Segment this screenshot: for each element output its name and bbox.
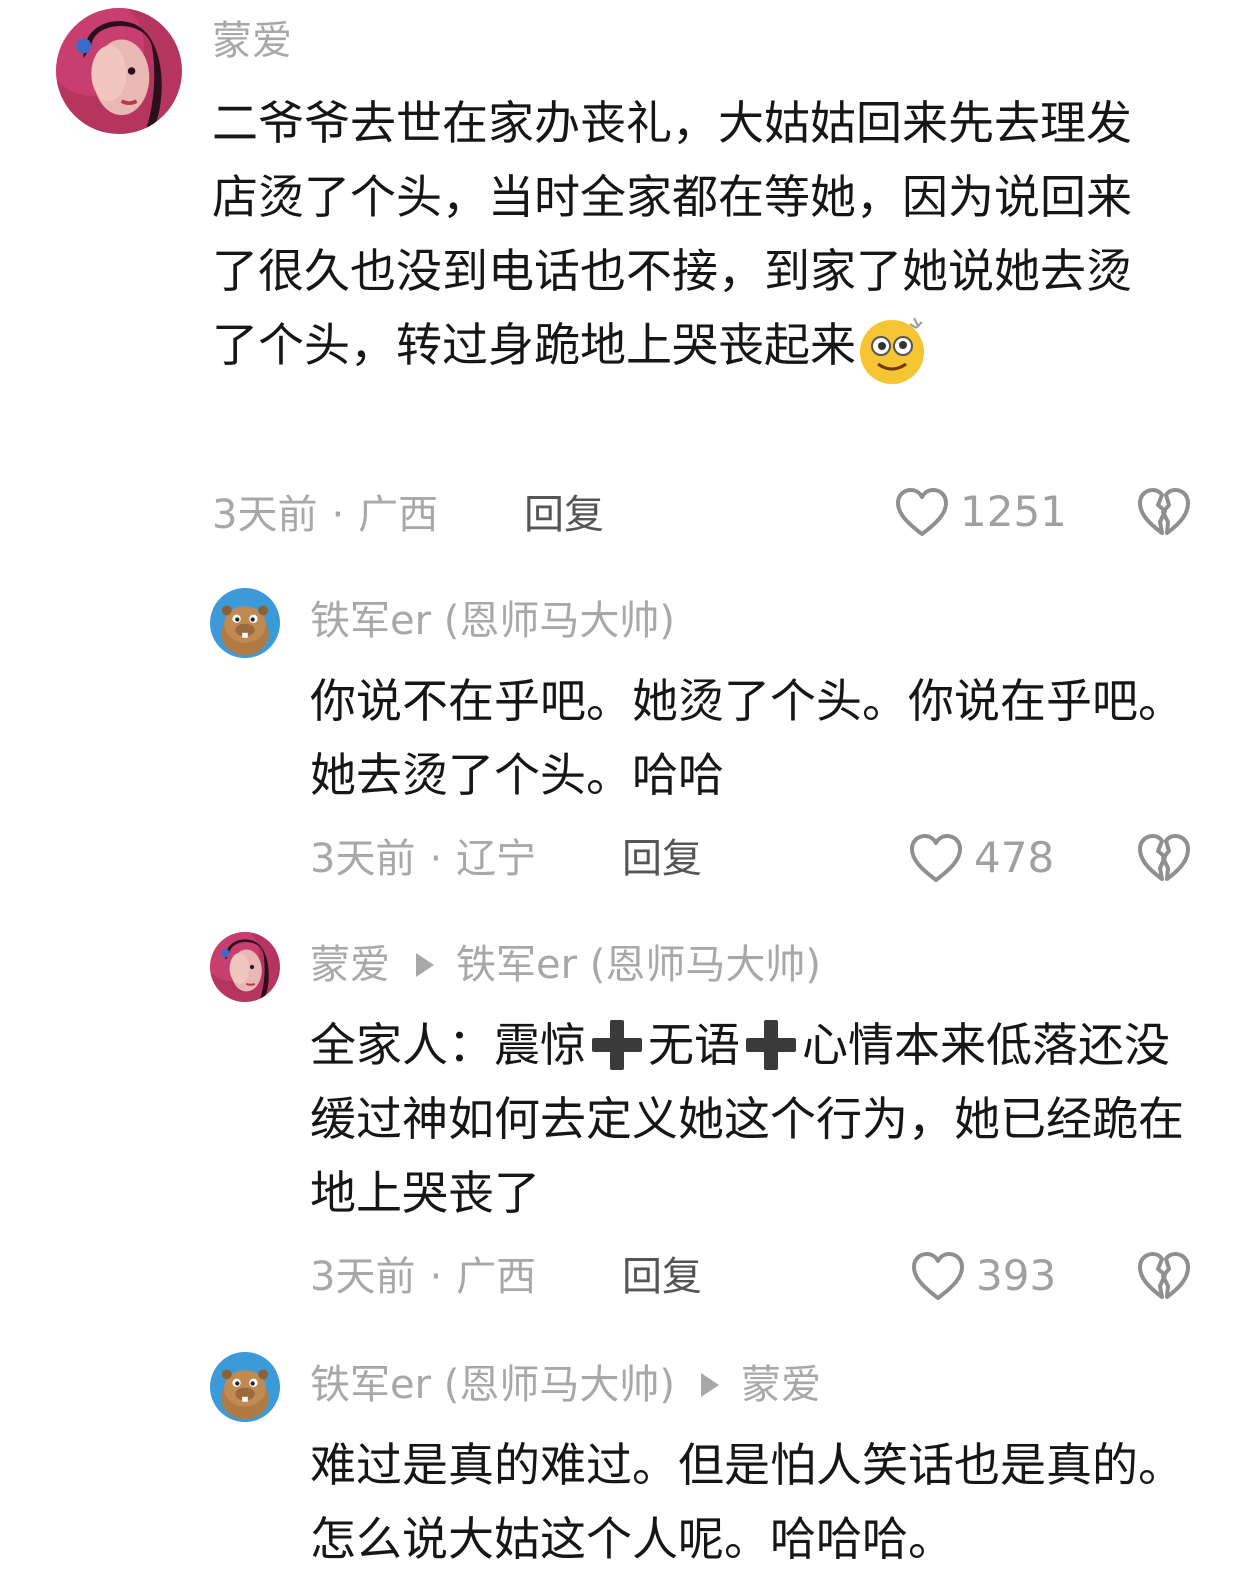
broken-heart-icon[interactable] <box>1136 1250 1192 1302</box>
like-count: 1251 <box>960 487 1067 536</box>
like-button[interactable]: 393 <box>910 1250 1056 1302</box>
dizzy-face-emoji-icon <box>860 317 924 384</box>
like-count: 393 <box>976 1251 1057 1300</box>
girl-avatar-icon <box>210 932 280 1002</box>
reply-to-arrow-icon <box>700 1373 719 1397</box>
reply-button[interactable]: 回复 <box>524 490 604 540</box>
broken-heart-icon[interactable] <box>1136 486 1192 538</box>
comment-meta: 3天前 · 广西 <box>212 492 439 538</box>
avatar[interactable] <box>210 932 280 1002</box>
timestamp: 3天前 <box>310 1254 416 1300</box>
avatar[interactable] <box>210 1352 280 1422</box>
location: 辽宁 <box>456 836 537 882</box>
broken-heart-icon[interactable] <box>1136 832 1192 884</box>
reply-to-arrow-icon <box>416 953 434 977</box>
location: 广西 <box>358 492 439 538</box>
plus-sign-emoji-icon <box>592 1019 642 1070</box>
heart-icon <box>908 832 964 884</box>
heart-icon <box>894 486 950 538</box>
reply-button[interactable]: 回复 <box>622 834 702 884</box>
plus-sign-emoji-icon <box>746 1019 796 1070</box>
like-count: 478 <box>974 833 1055 882</box>
username[interactable]: 铁军er (恩师马大帅) <box>310 596 675 646</box>
capybara-avatar-icon <box>210 588 280 658</box>
comment-text: 你说不在乎吧。她烫了个头。你说在乎吧。她去烫了个头。哈哈 <box>310 674 1184 802</box>
heart-icon <box>910 1250 966 1302</box>
comment-text: 难过是真的难过。但是怕人笑话也是真的。怎么说大姑这个人呢。哈哈哈。 <box>310 1438 1184 1566</box>
timestamp: 3天前 <box>310 836 416 882</box>
reply-to-username[interactable]: 蒙爱 <box>741 1360 821 1410</box>
location: 广西 <box>456 1254 537 1300</box>
like-button[interactable]: 1251 <box>894 486 1067 538</box>
comment-meta: 3天前 · 辽宁 <box>310 836 537 882</box>
username[interactable]: 蒙爱 <box>310 940 390 990</box>
comment-text: 全家人：震惊 无语 心情本来低落还没缓过神如何去定义她这个行为，她已经跪在地上哭丧了 <box>310 1008 1210 1230</box>
avatar[interactable] <box>210 588 280 658</box>
username-reply-line: 蒙爱 铁军er (恩师马大帅) <box>310 940 821 990</box>
comment-text: 二爷爷去世在家办丧礼，大姑姑回来先去理发店烫了个头，当时全家都在等她，因为说回来… <box>212 86 1172 386</box>
avatar[interactable] <box>56 8 182 134</box>
comment-meta: 3天前 · 广西 <box>310 1254 537 1300</box>
like-button[interactable]: 478 <box>908 832 1054 884</box>
capybara-avatar-icon <box>210 1352 280 1422</box>
reply-to-username[interactable]: 铁军er (恩师马大帅) <box>456 940 821 990</box>
username-reply-line: 铁军er (恩师马大帅) 蒙爱 <box>310 1360 821 1410</box>
girl-avatar-icon <box>56 8 182 134</box>
username[interactable]: 蒙爱 <box>212 16 292 66</box>
reply-button[interactable]: 回复 <box>622 1252 702 1302</box>
username[interactable]: 铁军er (恩师马大帅) <box>310 1360 675 1410</box>
timestamp: 3天前 <box>212 492 318 538</box>
